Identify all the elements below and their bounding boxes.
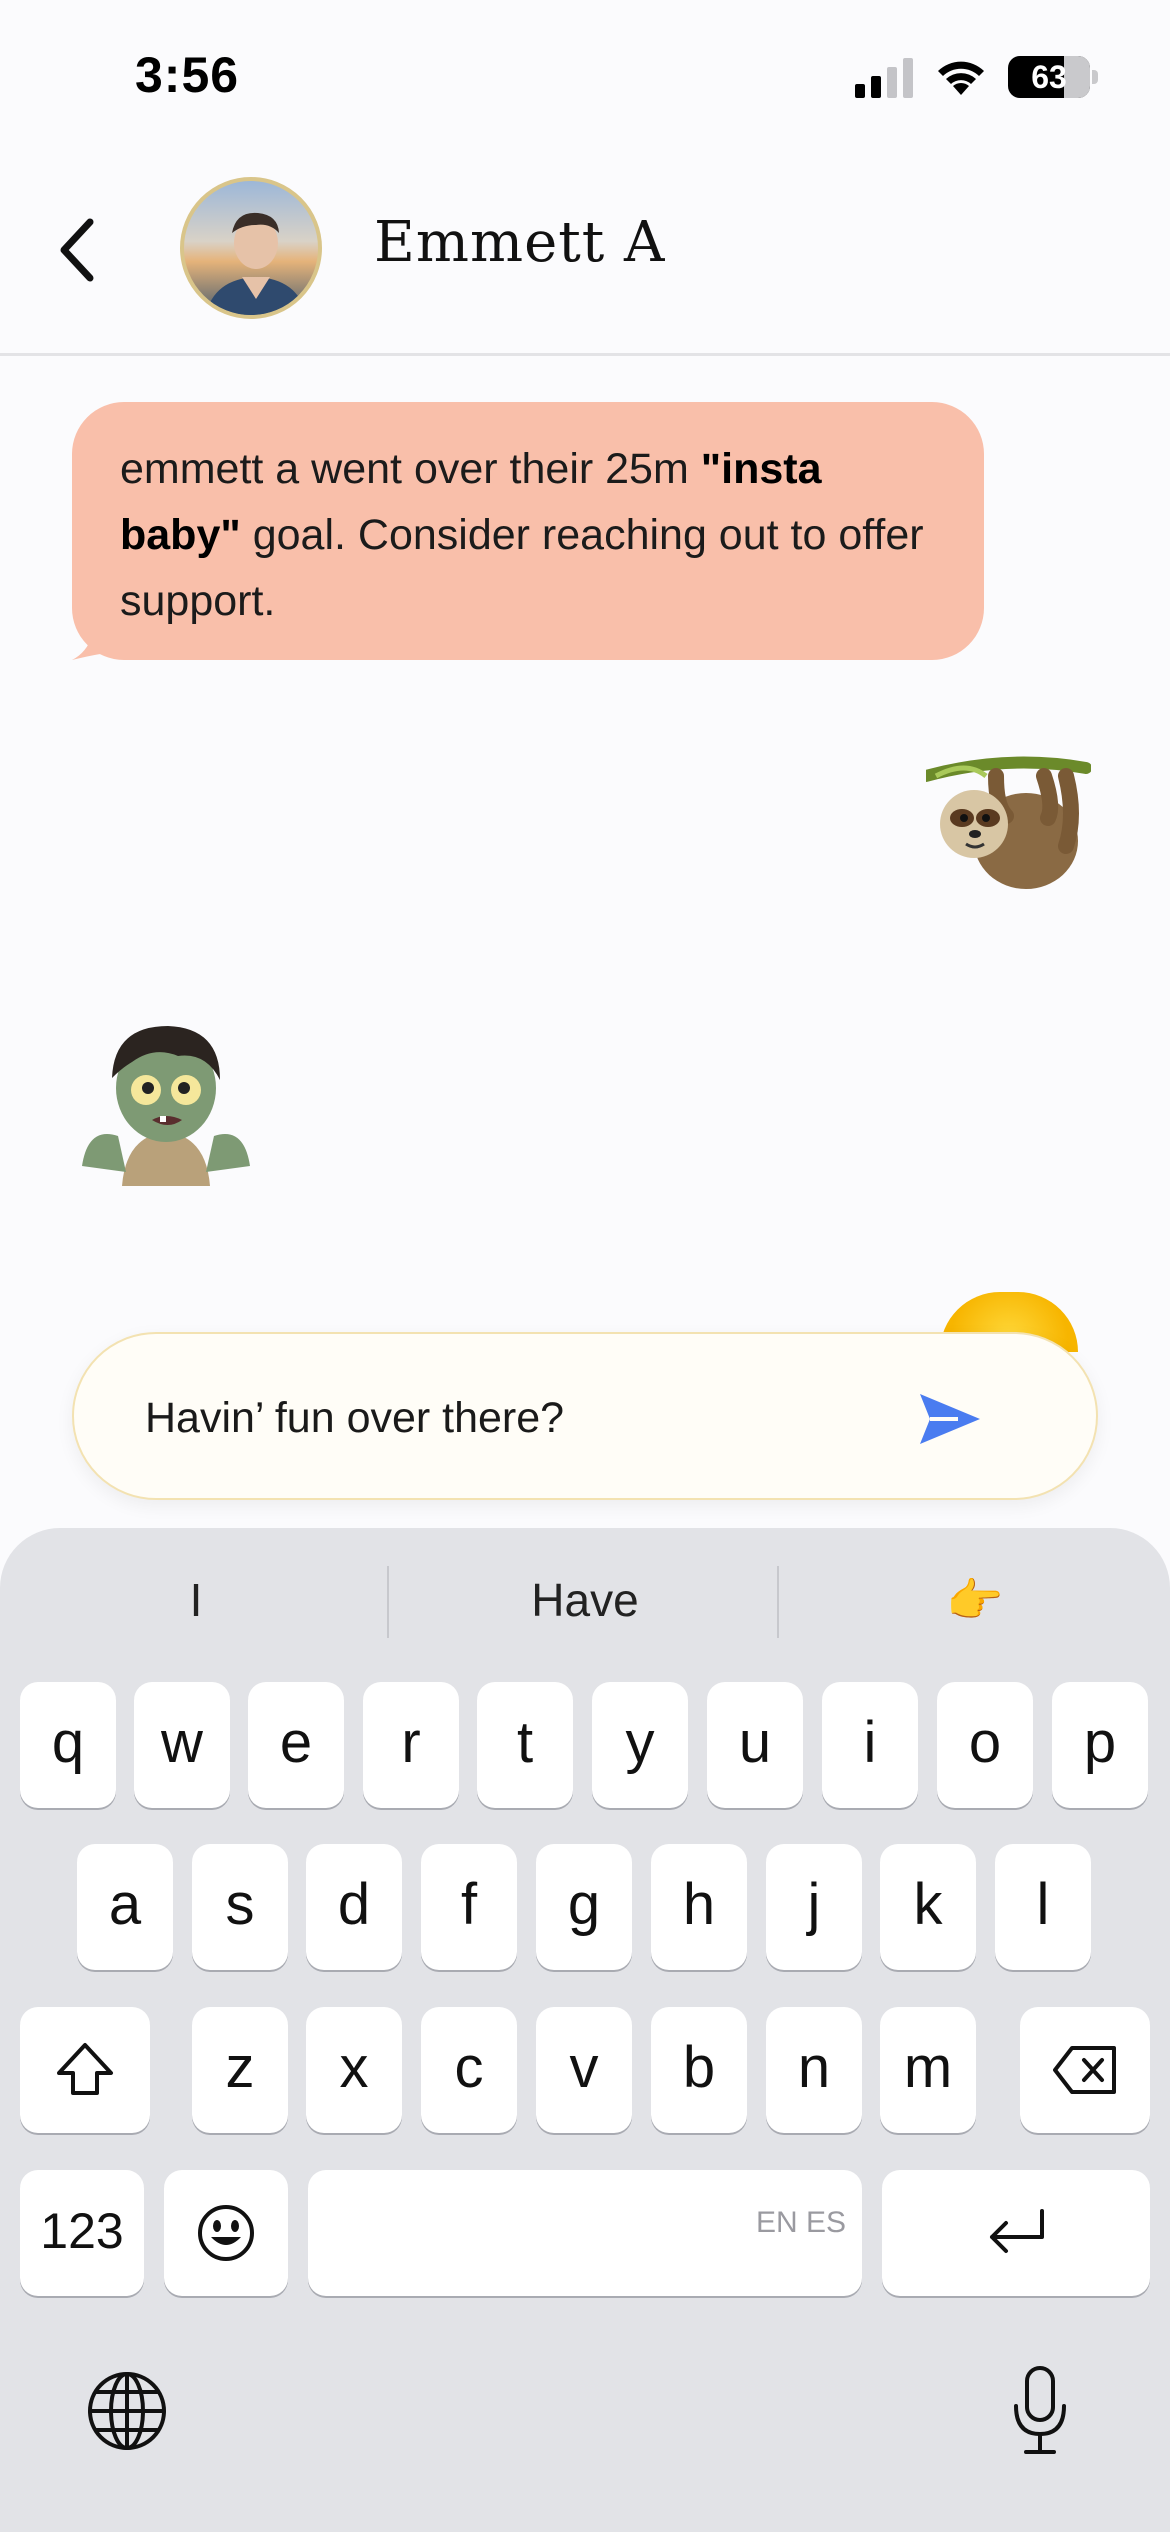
- contact-name: Emmett A: [374, 210, 666, 275]
- key-n[interactable]: n: [766, 2007, 862, 2133]
- suggestion-1[interactable]: I: [108, 1570, 284, 1630]
- return-arrow-icon: [990, 2209, 1044, 2253]
- key-c[interactable]: c: [421, 2007, 517, 2133]
- cellular-signal-icon: [855, 58, 913, 98]
- battery-level: 63: [1031, 59, 1067, 95]
- battery-icon: 63: [1008, 56, 1090, 98]
- key-o[interactable]: o: [937, 1682, 1033, 1808]
- key-j[interactable]: j: [766, 1844, 862, 1970]
- nudge-text-after: goal. Consider reaching out to offer sup…: [120, 511, 924, 625]
- key-k[interactable]: k: [880, 1844, 976, 1970]
- key-d[interactable]: d: [306, 1844, 402, 1970]
- wifi-icon: [938, 61, 984, 95]
- space-bar[interactable]: EN ES: [308, 2170, 862, 2296]
- battery-cap: [1092, 70, 1098, 84]
- key-m[interactable]: m: [880, 2007, 976, 2133]
- suggestion-3-emoji[interactable]: 👉: [900, 1570, 1050, 1630]
- key-g[interactable]: g: [536, 1844, 632, 1970]
- key-a[interactable]: a: [77, 1844, 173, 1970]
- suggestion-2[interactable]: Have: [440, 1570, 730, 1630]
- key-q[interactable]: q: [20, 1682, 116, 1808]
- message-input[interactable]: [145, 1388, 845, 1448]
- zombie-emoji: [82, 1026, 250, 1186]
- sloth-emoji: [926, 756, 1091, 889]
- key-i[interactable]: i: [822, 1682, 918, 1808]
- status-time: 3:56: [135, 47, 240, 103]
- key-p[interactable]: p: [1052, 1682, 1148, 1808]
- shift-arrow-icon: [57, 2043, 113, 2095]
- key-z[interactable]: z: [192, 2007, 288, 2133]
- suggestion-divider: [387, 1566, 389, 1638]
- microphone-icon[interactable]: [1010, 2364, 1070, 2456]
- key-h[interactable]: h: [651, 1844, 747, 1970]
- key-u[interactable]: u: [707, 1682, 803, 1808]
- key-y[interactable]: y: [592, 1682, 688, 1808]
- globe-icon[interactable]: [86, 2370, 168, 2452]
- backspace-icon: [1053, 2046, 1116, 2094]
- back-chevron-icon[interactable]: [52, 212, 102, 288]
- emoji-key[interactable]: [164, 2170, 288, 2296]
- key-v[interactable]: v: [536, 2007, 632, 2133]
- send-icon[interactable]: [918, 1390, 982, 1448]
- avatar[interactable]: [180, 177, 322, 319]
- delete-key[interactable]: [1020, 2007, 1150, 2133]
- key-x[interactable]: x: [306, 2007, 402, 2133]
- suggestion-divider: [777, 1566, 779, 1638]
- space-language-label: EN ES: [755, 2206, 846, 2239]
- key-s[interactable]: s: [192, 1844, 288, 1970]
- key-f[interactable]: f: [421, 1844, 517, 1970]
- key-e[interactable]: e: [248, 1682, 344, 1808]
- return-key[interactable]: [882, 2170, 1150, 2296]
- key-r[interactable]: r: [363, 1682, 459, 1808]
- smiley-icon: [198, 2205, 254, 2261]
- key-b[interactable]: b: [651, 2007, 747, 2133]
- key-w[interactable]: w: [134, 1682, 230, 1808]
- key-l[interactable]: l: [995, 1844, 1091, 1970]
- shift-key[interactable]: [20, 2007, 150, 2133]
- key-t[interactable]: t: [477, 1682, 573, 1808]
- nudge-text-before: emmett a went over their 25m: [120, 445, 701, 493]
- support-nudge-bubble: emmett a went over their 25m "insta baby…: [72, 402, 984, 660]
- numbers-key[interactable]: 123: [20, 2170, 144, 2296]
